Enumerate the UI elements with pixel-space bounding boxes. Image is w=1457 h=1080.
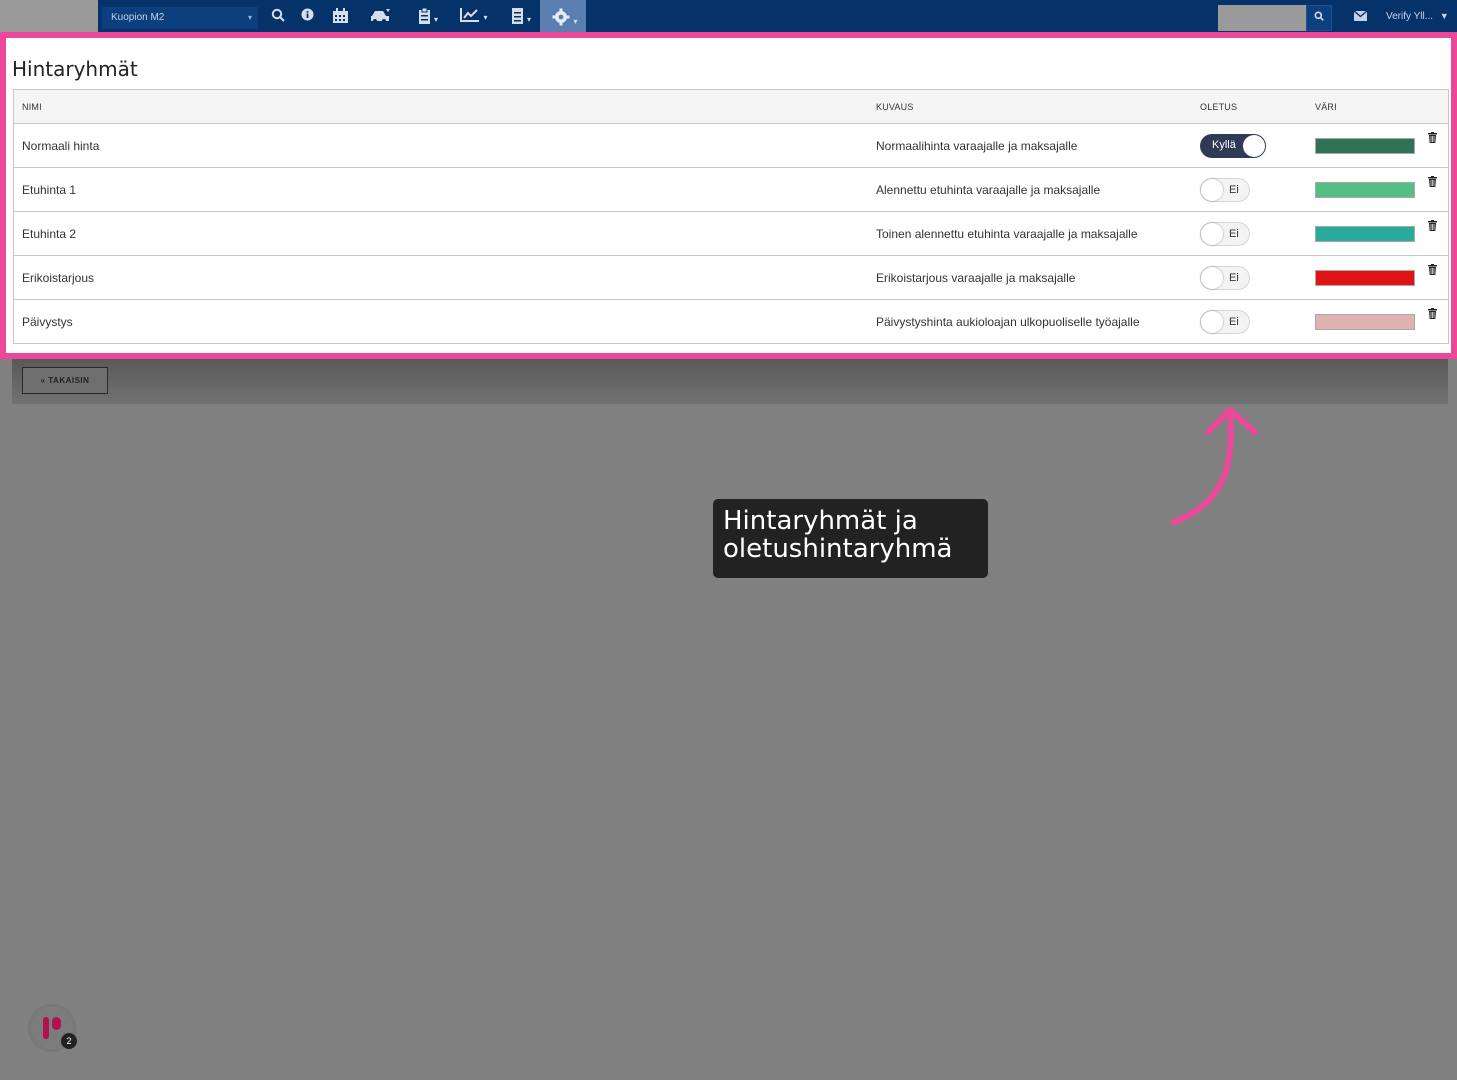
logo-area[interactable]: [0, 0, 98, 32]
user-menu[interactable]: Verify Yll... ▼: [1386, 11, 1449, 22]
row-description: Toinen alennettu etuhinta varaajalle ja …: [876, 227, 1138, 241]
default-toggle[interactable]: Kyllä: [1200, 134, 1266, 158]
location-select[interactable]: Kuopion M2 ▾: [102, 7, 258, 29]
location-select-label: Kuopion M2: [111, 12, 165, 23]
row-name: Etuhinta 1: [22, 183, 77, 197]
settings-menu[interactable]: ▾: [540, 0, 586, 32]
row-description: Normaalihinta varaajalle ja maksajalle: [876, 139, 1078, 153]
table-header: NIMI KUVAUS OLETUS VÄRI: [14, 90, 1448, 124]
trash-icon[interactable]: [1428, 264, 1437, 278]
clipboard-icon: [418, 7, 431, 28]
double-chevron-left-icon: «: [40, 376, 46, 385]
default-toggle[interactable]: Ei: [1200, 222, 1250, 246]
document-icon: [511, 8, 524, 28]
header-name[interactable]: NIMI: [22, 102, 42, 112]
documents-menu[interactable]: ▾: [505, 8, 537, 26]
info-icon[interactable]: [299, 8, 315, 26]
price-groups-table: NIMI KUVAUS OLETUS VÄRI Normaali hinta N…: [13, 89, 1449, 344]
annotation-tooltip: Hintaryhmät ja oletushintaryhmä: [713, 499, 988, 578]
color-swatch[interactable]: [1315, 270, 1415, 286]
color-swatch[interactable]: [1315, 138, 1415, 154]
color-swatch[interactable]: [1315, 226, 1415, 242]
toggle-knob: [1201, 267, 1223, 289]
header-color[interactable]: VÄRI: [1315, 102, 1337, 112]
row-description: Päivystyshinta aukioloajan ulkopuolisell…: [876, 315, 1140, 329]
search-button[interactable]: [1306, 5, 1332, 31]
toggle-label: Kyllä: [1212, 139, 1236, 151]
row-name: Normaali hinta: [22, 139, 100, 153]
default-toggle[interactable]: Ei: [1200, 178, 1250, 202]
toggle-knob: [1243, 135, 1265, 157]
clipboard-menu[interactable]: ▾: [411, 7, 445, 28]
toggle-label: Ei: [1229, 228, 1239, 240]
annotation-arrow: [1171, 407, 1258, 525]
toggle-knob: [1201, 179, 1223, 201]
color-swatch[interactable]: [1315, 182, 1415, 198]
price-groups-panel: Hintaryhmät NIMI KUVAUS OLETUS VÄRI Norm…: [0, 32, 1457, 359]
table-row[interactable]: Erikoistarjous Erikoistarjous varaajalle…: [14, 256, 1448, 300]
reports-menu[interactable]: ▾: [456, 8, 492, 26]
chevron-down-icon: ▼: [1439, 11, 1449, 21]
table-row[interactable]: Normaali hinta Normaalihinta varaajalle …: [14, 124, 1448, 168]
calendar-icon[interactable]: [330, 8, 350, 26]
notification-badge[interactable]: 2: [61, 1033, 77, 1049]
header-default[interactable]: OLETUS: [1200, 102, 1237, 112]
chevron-down-icon: ▾: [433, 15, 438, 25]
chevron-down-icon: ▾: [526, 15, 531, 25]
row-description: Alennettu etuhinta varaajalle ja maksaja…: [876, 183, 1101, 197]
toggle-label: Ei: [1229, 316, 1239, 328]
back-button[interactable]: « TAKAISIN: [22, 367, 108, 394]
trash-icon[interactable]: [1428, 220, 1437, 234]
header-description[interactable]: KUVAUS: [876, 102, 914, 112]
default-toggle[interactable]: Ei: [1200, 310, 1250, 334]
toggle-knob: [1201, 223, 1223, 245]
table-row[interactable]: Etuhinta 1 Alennettu etuhinta varaajalle…: [14, 168, 1448, 212]
trash-icon[interactable]: [1428, 308, 1437, 322]
toggle-label: Ei: [1229, 272, 1239, 284]
gear-icon: ▾: [550, 8, 580, 26]
toggle-knob: [1201, 311, 1223, 333]
car-icon[interactable]: [367, 8, 393, 26]
toggle-label: Ei: [1229, 184, 1239, 196]
row-name: Erikoistarjous: [22, 271, 95, 285]
row-name: Etuhinta 2: [22, 227, 77, 241]
row-name: Päivystys: [22, 315, 73, 329]
color-swatch[interactable]: [1315, 314, 1415, 330]
page-title: Hintaryhmät: [12, 57, 138, 81]
row-description: Erikoistarjous varaajalle ja maksajalle: [876, 271, 1076, 285]
search-input[interactable]: [1218, 5, 1306, 31]
mail-icon[interactable]: [1353, 10, 1368, 24]
chevron-down-icon: ▾: [247, 13, 252, 22]
search-icon[interactable]: [270, 8, 286, 26]
table-row[interactable]: Päivystys Päivystyshinta aukioloajan ulk…: [14, 300, 1448, 344]
trash-icon[interactable]: [1428, 176, 1437, 190]
chevron-down-icon: ▾: [483, 13, 488, 23]
back-button-label: TAKAISIN: [48, 376, 90, 385]
trash-icon[interactable]: [1428, 132, 1437, 146]
default-toggle[interactable]: Ei: [1200, 266, 1250, 290]
table-row[interactable]: Etuhinta 2 Toinen alennettu etuhinta var…: [14, 212, 1448, 256]
chart-line-icon: [460, 8, 480, 26]
user-name: Verify Yll...: [1386, 11, 1434, 22]
top-navbar: Kuopion M2 ▾ ▾ ▾ ▾ ▾ Verify Yll... ▼: [0, 0, 1457, 32]
footer-actions: « TAKAISIN: [12, 359, 1448, 404]
